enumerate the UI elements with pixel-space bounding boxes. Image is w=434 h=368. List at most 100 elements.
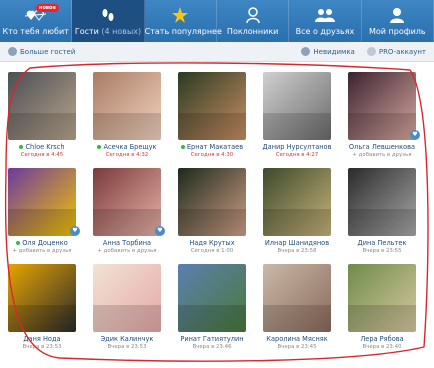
guest-name[interactable]: Даня Нода <box>2 335 82 343</box>
guest-avatar[interactable] <box>93 264 161 332</box>
heart-icon[interactable]: ♥ <box>70 226 80 236</box>
add-friend-link[interactable]: + добавить в друзья <box>87 248 167 254</box>
guest-name[interactable]: Данир Нурсултанов <box>257 143 337 151</box>
nav-tab-2[interactable]: Стать популярнее <box>145 0 222 42</box>
guest-name[interactable]: Лера Рябова <box>342 335 422 343</box>
nav-tab-label: Гости (4 новых) <box>72 27 143 36</box>
guest-name[interactable]: Илнар Шанидянов <box>257 239 337 247</box>
more-guests-label: Больше гостей <box>20 47 76 56</box>
guest-name[interactable]: Надя Крутых <box>172 239 252 247</box>
visit-time: Вчера в 23:40 <box>362 344 402 350</box>
nav-label-text: Кто тебя любит <box>2 27 69 36</box>
guest-avatar[interactable] <box>8 72 76 140</box>
app-window: новое Кто тебя любит Гости (4 новых) Стать … <box>0 0 434 368</box>
nav-tab-5[interactable]: Мой профиль <box>362 0 434 42</box>
visit-time: Сегодня в 4:30 <box>190 152 234 158</box>
guest-name-text: Надя Крутых <box>189 239 235 247</box>
footprints-icon <box>72 6 143 24</box>
visit-time: Вчера в 23:58 <box>277 248 317 254</box>
nav-tab-label: Кто тебя любит <box>0 27 71 36</box>
online-indicator <box>19 145 24 149</box>
toolbar: Больше гостей Невидимка PRO-аккаунт <box>0 42 434 62</box>
guest-name-text: Данир Нурсултанов <box>262 143 332 151</box>
guest-name[interactable]: Ольга Левшенкова <box>342 143 422 151</box>
guest-avatar[interactable] <box>93 168 161 236</box>
online-indicator <box>97 145 102 149</box>
guest-name-text: Ринат Гатиятулин <box>180 335 244 343</box>
nav-tab-1[interactable]: Гости (4 новых) <box>72 0 145 42</box>
nav-tab-4[interactable]: Все о друзьях <box>289 0 362 42</box>
nav-label-text: Гости <box>74 27 99 36</box>
guest-name[interactable]: Chloe Krsch <box>2 143 82 151</box>
guest-name-text: Оля Доценко <box>22 239 68 247</box>
guest-name[interactable]: Анна Торбина <box>87 239 167 247</box>
invisible-label: Невидимка <box>313 47 355 56</box>
profile-icon <box>362 6 433 24</box>
invisible-toggle[interactable]: Невидимка <box>301 47 355 56</box>
nav-tab-label: Мой профиль <box>362 27 433 36</box>
visit-time: Сегодня в 4:45 <box>20 152 64 158</box>
guest-name-text: Анна Торбина <box>102 239 152 247</box>
guest-avatar[interactable] <box>178 264 246 332</box>
guest-name[interactable]: Ринат Гатиятулин <box>172 335 252 343</box>
guest-avatar[interactable] <box>263 168 331 236</box>
nav-new-count: (4 новых) <box>98 27 142 36</box>
users-group-icon <box>289 6 360 24</box>
star-user-icon <box>145 6 216 24</box>
guest-avatar[interactable] <box>263 264 331 332</box>
user-icon <box>217 6 288 24</box>
pro-account-link[interactable]: PRO-аккаунт <box>366 47 426 56</box>
online-indicator <box>16 241 21 245</box>
visit-time: Вчера в 23:46 <box>192 344 232 350</box>
guest-name-text: Chloe Krsch <box>25 143 65 151</box>
nav-label-text: Мой профиль <box>369 27 426 36</box>
nav-tab-label: Поклонники <box>217 27 288 36</box>
guest-avatar[interactable] <box>178 168 246 236</box>
guest-name-text: Ернат Макатаев <box>186 143 244 151</box>
nav-label-text: Стать популярнее <box>144 27 222 36</box>
guest-name[interactable]: Асечка Брещук <box>87 143 167 151</box>
incognito-icon <box>301 47 311 56</box>
nav-label-text: Поклонники <box>226 27 279 36</box>
guest-avatar[interactable] <box>348 168 416 236</box>
guest-name-text: Дина Пельтек <box>357 239 407 247</box>
nav-tab-label: Все о друзьях <box>289 27 360 36</box>
guest-avatar[interactable] <box>93 72 161 140</box>
nav-tab-3[interactable]: Поклонники <box>217 0 290 42</box>
guest-name[interactable]: Каролина Мясняк <box>257 335 337 343</box>
guest-name[interactable]: Ернат Макатаев <box>172 143 252 151</box>
guest-name-text: Даня Нода <box>23 335 61 343</box>
guest-avatar[interactable] <box>348 264 416 332</box>
guest-name[interactable]: Дина Пельтек <box>342 239 422 247</box>
guest-name-text: Каролина Мясняк <box>266 335 328 343</box>
guest-name-text: Лера Рябова <box>360 335 404 343</box>
visit-time: Сегодня в 4:32 <box>105 152 149 158</box>
visit-time: Вчера в 23:55 <box>362 248 402 254</box>
nav-label-text: Все о друзьях <box>295 27 355 36</box>
guest-name-text: Эдик Калинчук <box>100 335 154 343</box>
guests-icon <box>8 47 17 56</box>
guest-name[interactable]: Оля Доценко <box>2 239 82 247</box>
heart-icon[interactable]: ♥ <box>155 226 165 236</box>
add-friend-link[interactable]: + добавить в друзья <box>342 152 422 158</box>
guest-name-text: Ольга Левшенкова <box>348 143 416 151</box>
visit-time: Сегодня в 4:27 <box>275 152 319 158</box>
pro-label: PRO-аккаунт <box>378 47 426 56</box>
guest-avatar[interactable] <box>263 72 331 140</box>
guest-avatar[interactable] <box>178 72 246 140</box>
heart-icon[interactable]: ♥ <box>410 130 420 140</box>
guest-name-text: Асечка Брещук <box>103 143 157 151</box>
guest-avatar[interactable] <box>8 168 76 236</box>
top-navigation: новое Кто тебя любит Гости (4 новых) Стать … <box>0 0 434 42</box>
guest-avatar[interactable] <box>8 264 76 332</box>
nav-tab-label: Стать популярнее <box>145 27 222 36</box>
add-friend-link[interactable]: + добавить в друзья <box>2 248 82 254</box>
visit-time: Сегодня в 1:00 <box>190 248 234 254</box>
guest-avatar[interactable] <box>348 72 416 140</box>
guest-name[interactable]: Эдик Калинчук <box>87 335 167 343</box>
more-guests-link[interactable]: Больше гостей <box>8 47 75 56</box>
visit-time: Вчера в 23:53 <box>22 344 62 350</box>
online-indicator <box>180 145 185 149</box>
nav-tab-0[interactable]: новое Кто тебя любит <box>0 0 73 42</box>
visit-time: Вчера в 23:53 <box>107 344 147 350</box>
